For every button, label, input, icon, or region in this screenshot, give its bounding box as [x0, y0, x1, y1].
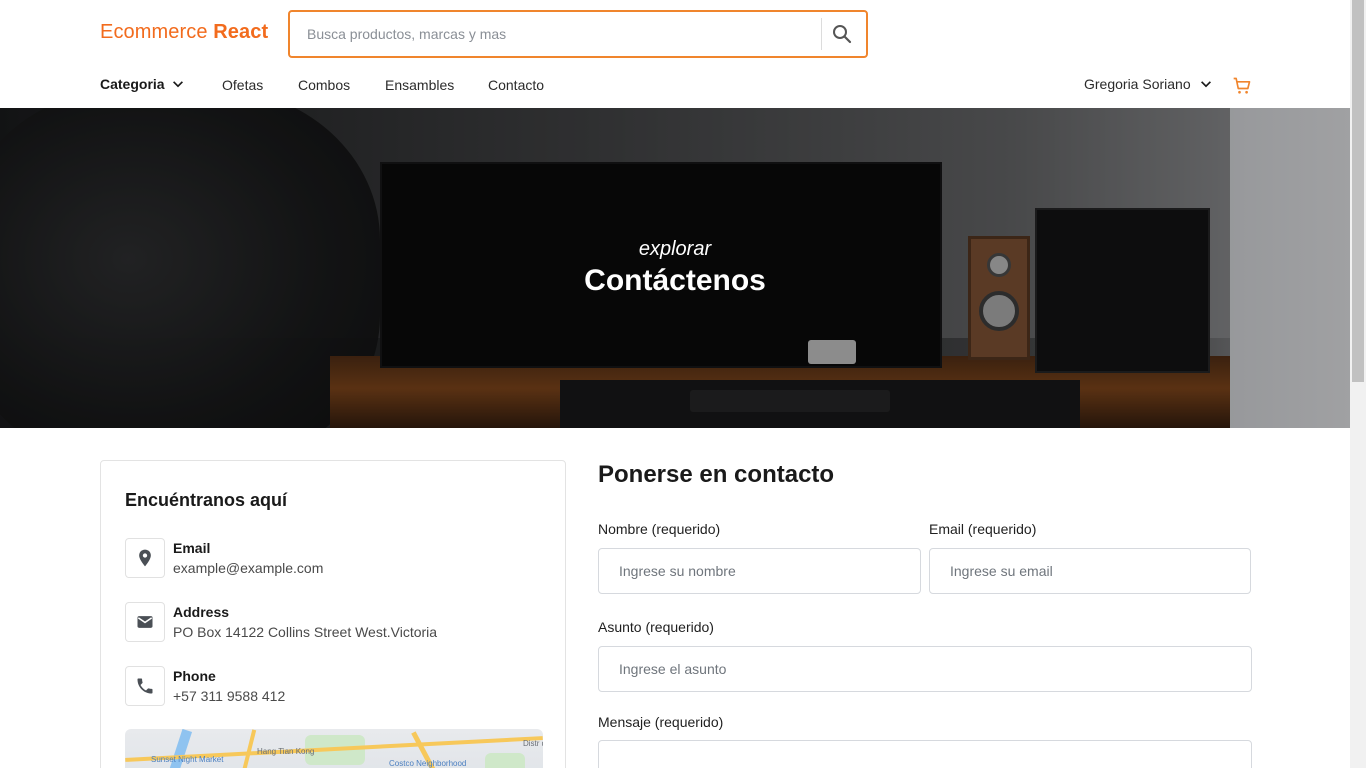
subject-label: Asunto (requerido) [598, 619, 714, 635]
hero-subtitle: explorar [638, 238, 712, 260]
map-label: Hang Tian Kong [257, 747, 315, 756]
brand-name-light: Ecommerce [100, 21, 214, 43]
category-dropdown[interactable]: Categoria [100, 76, 185, 92]
location-pin-icon [125, 538, 165, 578]
location-map[interactable]: Hang Tian Kong Sunset Night Market Distr… [125, 729, 543, 768]
info-label: Phone [173, 668, 216, 684]
phone-icon [125, 666, 165, 706]
email-label: Email (requerido) [929, 521, 1037, 537]
user-name: Gregoria Soriano [1084, 76, 1191, 92]
envelope-icon [125, 602, 165, 642]
name-label: Nombre (requerido) [598, 521, 721, 537]
name-input[interactable] [598, 548, 921, 594]
info-label: Email [173, 540, 211, 556]
info-item-address: Address PO Box 14122 Collins Street West… [125, 602, 545, 644]
header: Ecommerce React Categoria Ofetas Combos … [0, 0, 1350, 108]
info-label: Address [173, 604, 230, 620]
scrollbar-thumb[interactable] [1352, 0, 1364, 382]
info-value: PO Box 14122 Collins Street West.Victori… [173, 624, 438, 640]
contact-info-card: Encuéntranos aquí Email example@example.… [100, 460, 566, 768]
category-label: Categoria [100, 76, 165, 92]
info-item-phone: Phone +57 311 9588 412 [125, 666, 545, 708]
user-menu[interactable]: Gregoria Soriano [1084, 76, 1213, 92]
info-value: +57 311 9588 412 [173, 688, 286, 704]
nav-link-ensambles[interactable]: Ensambles [385, 77, 454, 93]
cart-icon[interactable] [1232, 76, 1252, 96]
search-divider [821, 18, 822, 50]
search-bar [288, 10, 868, 58]
info-value: example@example.com [173, 560, 324, 576]
chevron-down-icon [1200, 81, 1211, 88]
search-icon[interactable] [830, 22, 854, 46]
email-input[interactable] [929, 548, 1251, 594]
subject-input[interactable] [598, 646, 1252, 692]
brand-logo[interactable]: Ecommerce React [100, 21, 268, 44]
page-scrollbar[interactable] [1350, 0, 1366, 768]
hero-title: Contáctenos [584, 264, 766, 297]
card-title: Encuéntranos aquí [125, 490, 288, 510]
main-nav: Categoria Ofetas Combos Ensambles Contac… [0, 74, 1350, 98]
map-label: Distr de N [523, 739, 543, 748]
nav-link-ofertas[interactable]: Ofetas [222, 77, 263, 93]
message-label: Mensaje (requerido) [598, 714, 724, 730]
map-label: Sunset Night Market [151, 755, 224, 764]
chevron-down-icon [172, 81, 183, 88]
hero-banner: explorar Contáctenos [0, 108, 1350, 428]
nav-link-combos[interactable]: Combos [298, 77, 350, 93]
nav-link-contacto[interactable]: Contacto [488, 77, 544, 93]
message-textarea[interactable] [598, 740, 1252, 768]
search-input[interactable] [290, 12, 820, 56]
map-label: Costco Neighborhood [389, 759, 467, 768]
brand-name-bold: React [213, 21, 269, 43]
info-item-email: Email example@example.com [125, 538, 545, 580]
contact-form-title: Ponerse en contacto [598, 461, 835, 488]
